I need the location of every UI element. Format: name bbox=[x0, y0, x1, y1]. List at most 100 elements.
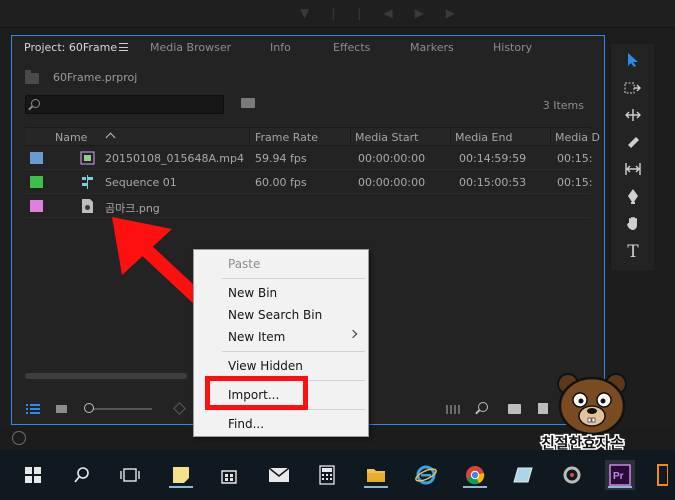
out-point-icon[interactable]: | bbox=[357, 6, 361, 20]
running-indicator bbox=[463, 486, 487, 488]
folder-icon bbox=[367, 469, 385, 482]
new-search-bin-icon[interactable] bbox=[241, 98, 255, 108]
column-media-end[interactable]: Media End bbox=[455, 131, 512, 144]
taskbar-sticky-notes[interactable] bbox=[166, 460, 196, 490]
label-color-chip[interactable] bbox=[30, 200, 43, 212]
icon-view-icon[interactable] bbox=[56, 405, 67, 413]
running-indicator bbox=[364, 486, 388, 488]
table-row[interactable]: 곰마크.png bbox=[25, 195, 591, 218]
tab-project[interactable]: Project: 60Frame bbox=[24, 41, 117, 54]
running-indicator bbox=[169, 486, 193, 488]
pen-tool-icon[interactable] bbox=[622, 188, 644, 208]
search-icon bbox=[31, 99, 40, 108]
step-back-icon[interactable]: ◀ bbox=[383, 6, 392, 20]
tools-panel: T bbox=[610, 44, 654, 270]
menu-item-paste[interactable]: Paste bbox=[228, 257, 260, 271]
sequence-name[interactable]: Sequence 01 bbox=[105, 176, 177, 189]
label-color-chip[interactable] bbox=[30, 152, 43, 164]
column-frame-rate[interactable]: Frame Rate bbox=[255, 131, 318, 144]
frame-rate-cell: 59.94 fps bbox=[255, 152, 307, 165]
taskbar-calculator[interactable] bbox=[312, 460, 342, 490]
taskbar-internet-explorer[interactable] bbox=[411, 460, 441, 490]
column-media-start[interactable]: Media Start bbox=[355, 131, 418, 144]
search-input[interactable] bbox=[25, 95, 224, 114]
taskbar-premiere-pro[interactable]: Pr bbox=[605, 460, 635, 490]
column-name[interactable]: Name bbox=[55, 131, 87, 144]
sync-status-icon[interactable] bbox=[12, 431, 26, 445]
media-end-cell: 00:15:00:53 bbox=[459, 176, 527, 189]
search-icon bbox=[74, 467, 89, 483]
image-file-icon bbox=[82, 199, 93, 213]
media-end-cell: 00:14:59:59 bbox=[459, 152, 527, 165]
zoom-slider-handle[interactable] bbox=[84, 403, 94, 413]
menu-item-new-search-bin[interactable]: New Search Bin bbox=[228, 308, 322, 322]
column-media-duration[interactable]: Media D bbox=[555, 131, 600, 144]
taskbar-app-disc[interactable] bbox=[557, 460, 587, 490]
tab-markers[interactable]: Markers bbox=[410, 41, 454, 54]
item-count: 3 Items bbox=[542, 99, 584, 112]
menu-item-new-item[interactable]: New Item bbox=[228, 330, 285, 344]
taskbar-chrome[interactable] bbox=[460, 460, 490, 490]
taskbar-file-explorer[interactable] bbox=[361, 460, 391, 490]
sequence-icon bbox=[82, 175, 93, 189]
glass-app-icon bbox=[513, 467, 533, 483]
panel-menu-icon[interactable] bbox=[119, 43, 128, 51]
taskbar-store[interactable] bbox=[214, 460, 244, 490]
zoom-slider[interactable] bbox=[92, 408, 152, 410]
hand-tool-icon[interactable] bbox=[622, 215, 644, 235]
sort-icons-icon[interactable] bbox=[173, 402, 186, 415]
column-divider[interactable] bbox=[249, 128, 250, 146]
find-icon[interactable] bbox=[478, 402, 488, 412]
in-point-icon[interactable]: | bbox=[331, 6, 335, 20]
image-name[interactable]: 곰마크.png bbox=[105, 200, 160, 216]
new-bin-icon[interactable] bbox=[508, 404, 521, 414]
task-view-icon bbox=[120, 468, 140, 482]
top-toolbar: ▼ | | ◀ ▶ ▶ bbox=[0, 0, 675, 28]
taskbar-mail[interactable] bbox=[264, 460, 294, 490]
step-forward-icon[interactable]: ▶ bbox=[446, 6, 455, 20]
menu-item-find[interactable]: Find... bbox=[228, 417, 264, 431]
task-view-button[interactable] bbox=[115, 460, 145, 490]
windows-logo-icon bbox=[25, 467, 41, 483]
chrome-icon bbox=[466, 466, 485, 485]
sort-ascending-icon[interactable] bbox=[105, 132, 116, 143]
menu-separator bbox=[222, 351, 365, 352]
tab-info[interactable]: Info bbox=[270, 41, 291, 54]
table-row[interactable]: Sequence 01 60.00 fps 00:00:00:00 00:15:… bbox=[25, 171, 593, 194]
clip-name[interactable]: 20150108_015648A.mp4 bbox=[105, 152, 244, 165]
taskbar-app-glass[interactable] bbox=[508, 460, 538, 490]
list-view-icon[interactable] bbox=[26, 404, 40, 414]
transport-controls: ▼ | | ◀ ▶ ▶ bbox=[300, 6, 455, 20]
running-indicator bbox=[608, 486, 632, 488]
ripple-edit-tool-icon[interactable] bbox=[622, 107, 644, 127]
start-button[interactable] bbox=[18, 460, 48, 490]
column-divider[interactable] bbox=[550, 128, 551, 146]
slip-tool-icon[interactable] bbox=[622, 161, 644, 181]
media-duration-cell: 00:15: bbox=[557, 152, 593, 165]
column-divider[interactable] bbox=[350, 128, 351, 146]
taskbar-search-button[interactable] bbox=[67, 460, 97, 490]
marker-icon[interactable]: ▼ bbox=[300, 6, 309, 20]
store-icon bbox=[221, 470, 237, 484]
label-color-chip[interactable] bbox=[30, 176, 43, 188]
media-start-cell: 00:00:00:00 bbox=[358, 152, 426, 165]
selection-tool-icon[interactable] bbox=[622, 52, 644, 72]
table-row[interactable]: 20150108_015648A.mp4 59.94 fps 00:00:00:… bbox=[25, 147, 593, 170]
tab-history[interactable]: History bbox=[493, 41, 532, 54]
media-start-cell: 00:00:00:00 bbox=[358, 176, 426, 189]
automate-to-sequence-icon[interactable] bbox=[446, 405, 460, 414]
submenu-arrow-icon bbox=[348, 329, 358, 339]
tab-effects[interactable]: Effects bbox=[333, 41, 370, 54]
type-tool-icon[interactable]: T bbox=[622, 242, 644, 262]
razor-tool-icon[interactable] bbox=[622, 134, 644, 154]
horizontal-scrollbar[interactable] bbox=[25, 373, 187, 379]
media-duration-cell: 00:15: bbox=[557, 176, 593, 189]
column-divider[interactable] bbox=[450, 128, 451, 146]
track-select-tool-icon[interactable] bbox=[622, 80, 644, 100]
tab-media-browser[interactable]: Media Browser bbox=[150, 41, 231, 54]
internet-explorer-icon bbox=[415, 465, 437, 485]
menu-item-view-hidden[interactable]: View Hidden bbox=[228, 359, 303, 373]
taskbar-app-partial[interactable] bbox=[652, 460, 672, 490]
play-icon[interactable]: ▶ bbox=[415, 6, 424, 20]
menu-item-new-bin[interactable]: New Bin bbox=[228, 286, 277, 300]
